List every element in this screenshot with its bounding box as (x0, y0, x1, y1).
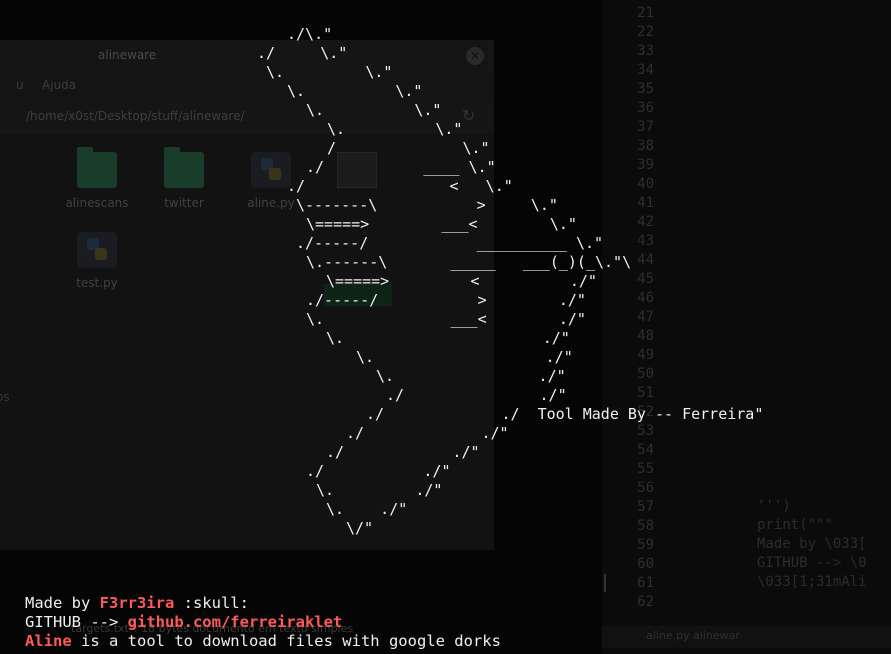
tool-name: Aline (25, 632, 72, 650)
code-line: \033[1;31mAli (757, 574, 867, 590)
line-number: 56 (637, 480, 654, 496)
line-number: 46 (637, 290, 654, 306)
menu-item[interactable]: u (16, 78, 24, 92)
ascii-art-line: ./ ./ Tool Made By -- Ferreira" (366, 405, 764, 423)
made-by-suffix: :skull: (174, 594, 249, 612)
ascii-art-line: \. ./" (356, 348, 573, 366)
line-number: 53 (637, 423, 654, 439)
line-number: 61 (637, 575, 654, 591)
close-icon[interactable]: ✕ (466, 47, 484, 65)
made-by-prefix: Made by (25, 594, 100, 612)
reload-icon[interactable]: ↻ (462, 106, 475, 125)
line-number: 43 (637, 233, 654, 249)
ascii-art-line: \.------\ _____ ___(_)(_\."\ (306, 253, 632, 271)
line-number: 22 (637, 24, 654, 40)
file-label: test.py (76, 276, 118, 290)
ascii-art-line: \. \." (327, 120, 463, 138)
line-number: 45 (637, 271, 654, 287)
line-number-gutter: 21 22 33 34 35 36 37 38 39 40 41 42 43 44 45 46 47 48 49 50… (602, 0, 658, 620)
ascii-art-line: \. ./" (326, 329, 570, 347)
banner-github: GITHUB --> github.com/ferreiraklet (25, 613, 342, 631)
ascii-art-line: ./ \." (257, 44, 348, 62)
code-line: ''') (757, 498, 791, 514)
line-number: 36 (637, 100, 654, 116)
ascii-art-line: \. \." (306, 101, 442, 119)
line-number: 59 (637, 537, 654, 553)
ascii-art-line: \. ___< ./" (306, 310, 586, 328)
file-item[interactable]: test.py (52, 232, 142, 290)
line-number: 47 (637, 309, 654, 325)
line-number: 57 (637, 499, 654, 515)
line-number: 41 (637, 195, 654, 211)
sidebar-fragment: os (0, 390, 10, 404)
python-file-icon (251, 152, 291, 188)
ascii-art-line: \. \." (287, 82, 423, 100)
line-number: 55 (637, 461, 654, 477)
ascii-art-line: \=====> ___< \." (306, 215, 577, 233)
editor-statusbar: aline.py alinewar (602, 626, 891, 648)
line-number: 58 (637, 518, 654, 534)
ascii-art-line: \. ./" (376, 367, 566, 385)
file-item[interactable]: alinescans (52, 147, 142, 210)
line-number: 37 (637, 119, 654, 135)
line-number: 42 (637, 214, 654, 230)
ascii-art-line: ./ ./" (346, 424, 509, 442)
code-line: Made by \033[ (757, 536, 867, 552)
ascii-art-line: \=====> < ./" (326, 272, 597, 290)
line-number: 48 (637, 328, 654, 344)
folder-icon (164, 147, 204, 188)
file-manager-titlebar: alineware ✕ (0, 40, 494, 72)
author-name: F3rr3ira (99, 594, 175, 612)
line-number: 49 (637, 347, 654, 363)
ascii-art-line: / \." (327, 139, 490, 157)
menu-item-help[interactable]: Ajuda (42, 78, 76, 92)
ascii-art-line: ./ < \." (287, 177, 513, 195)
text-cursor (604, 574, 606, 592)
ascii-art-line: \/" (346, 519, 374, 537)
ascii-art-line: \. ./" (326, 500, 408, 518)
line-number: 40 (637, 176, 654, 192)
line-number: 54 (637, 442, 654, 458)
line-number: 21 (637, 5, 654, 21)
github-link[interactable]: github.com/ferreiraklet (128, 613, 343, 631)
file-label: twitter (164, 196, 204, 210)
line-number: 38 (637, 138, 654, 154)
code-editor: 21 22 33 34 35 36 37 38 39 40 41 42 43 44 45 46 47 48 49 50… (602, 0, 891, 654)
editor-status-text: aline.py alinewar (646, 629, 740, 642)
line-number: 35 (637, 81, 654, 97)
ascii-art-line: \-------\ > \." (296, 196, 558, 214)
ascii-art-line: \. \." (266, 63, 393, 81)
python-file-icon (77, 232, 117, 268)
banner-description: Aline is a tool to download files with g… (25, 632, 501, 650)
line-number: 60 (637, 556, 654, 572)
ascii-art-line: ./ ____ \." (306, 158, 496, 176)
line-number: 33 (637, 43, 654, 59)
line-number: 39 (637, 157, 654, 173)
code-line: print(""" (757, 517, 833, 533)
ascii-art-line: ./ ./" (306, 462, 451, 480)
ascii-art-line: ./-----/ __________ \." (296, 234, 604, 252)
code-line: GITHUB --> \0 (757, 555, 867, 571)
ascii-art-line: \. ./" (316, 481, 443, 499)
line-number: 51 (637, 385, 654, 401)
line-number: 62 (637, 594, 654, 610)
ascii-art-line: ./ ./" (386, 386, 567, 404)
github-prefix: GITHUB --> (25, 613, 128, 631)
file-label: alinescans (65, 196, 129, 210)
file-item[interactable]: twitter (139, 147, 229, 210)
ascii-art-line: ./-----/ > ./" (306, 291, 586, 309)
line-number: 34 (637, 62, 654, 78)
window-title: alineware (98, 48, 157, 62)
banner-made-by: Made by F3rr3ira :skull: (25, 594, 249, 612)
ascii-art-line: ./ ./" (326, 443, 480, 461)
ascii-art-line: ./\." (287, 25, 333, 43)
folder-icon (77, 147, 117, 188)
path-text: /home/x0st/Desktop/stuff/alineware/ (26, 109, 245, 123)
line-number: 50 (637, 366, 654, 382)
tool-description: is a tool to download files with google … (71, 632, 501, 650)
